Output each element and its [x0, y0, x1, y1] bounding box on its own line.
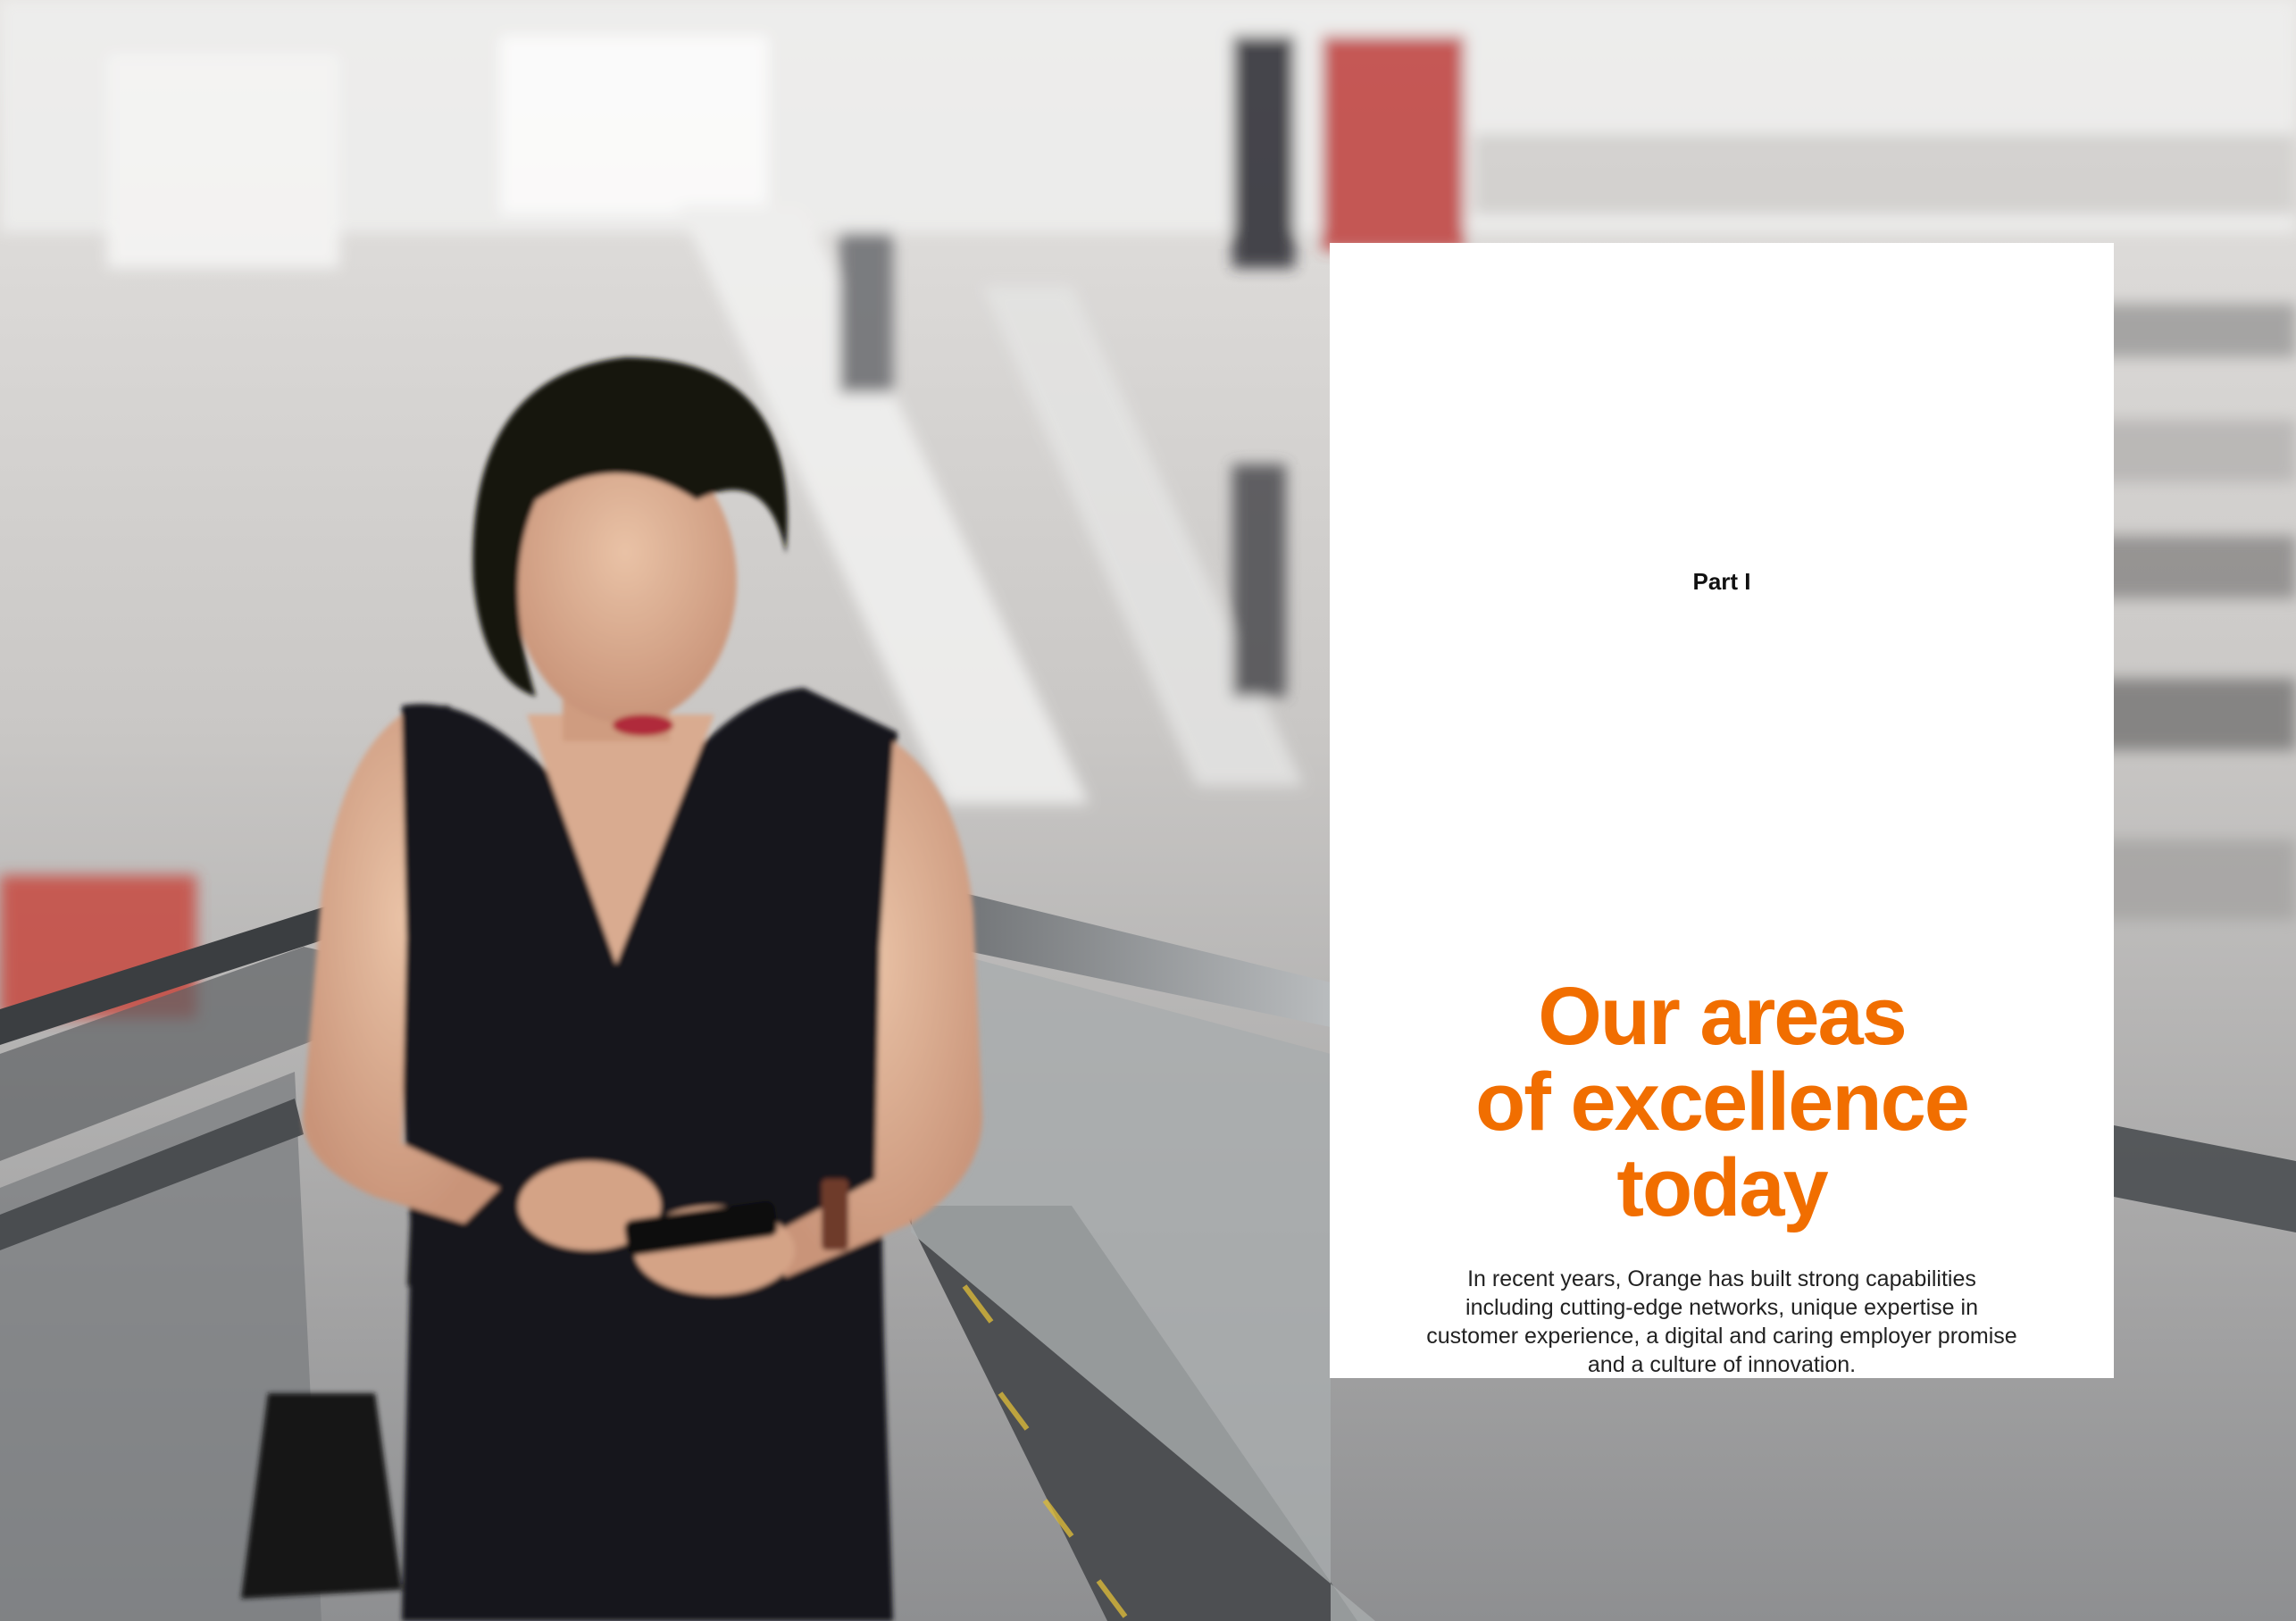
headline-line: Our areas: [1538, 971, 1908, 1062]
intro-line: and a culture of innovation.: [1587, 1352, 1857, 1377]
intro-line: In recent years, Orange has built strong…: [1467, 1266, 1976, 1291]
intro-line: including cutting-edge networks, unique …: [1465, 1295, 1978, 1320]
headline: Our areas of excellence today: [1330, 973, 2114, 1231]
title-panel: Part I Our areas of excellence today In …: [1330, 243, 2114, 1378]
part-label: Part I: [1692, 568, 1751, 595]
intro-paragraph: In recent years, Orange has built strong…: [1383, 1265, 2060, 1379]
headline-line: of excellence: [1475, 1057, 1970, 1148]
headline-line: today: [1616, 1142, 1828, 1233]
intro-line: customer experience, a digital and carin…: [1426, 1324, 2017, 1349]
document-spread: Part I Our areas of excellence today In …: [0, 0, 2296, 1621]
